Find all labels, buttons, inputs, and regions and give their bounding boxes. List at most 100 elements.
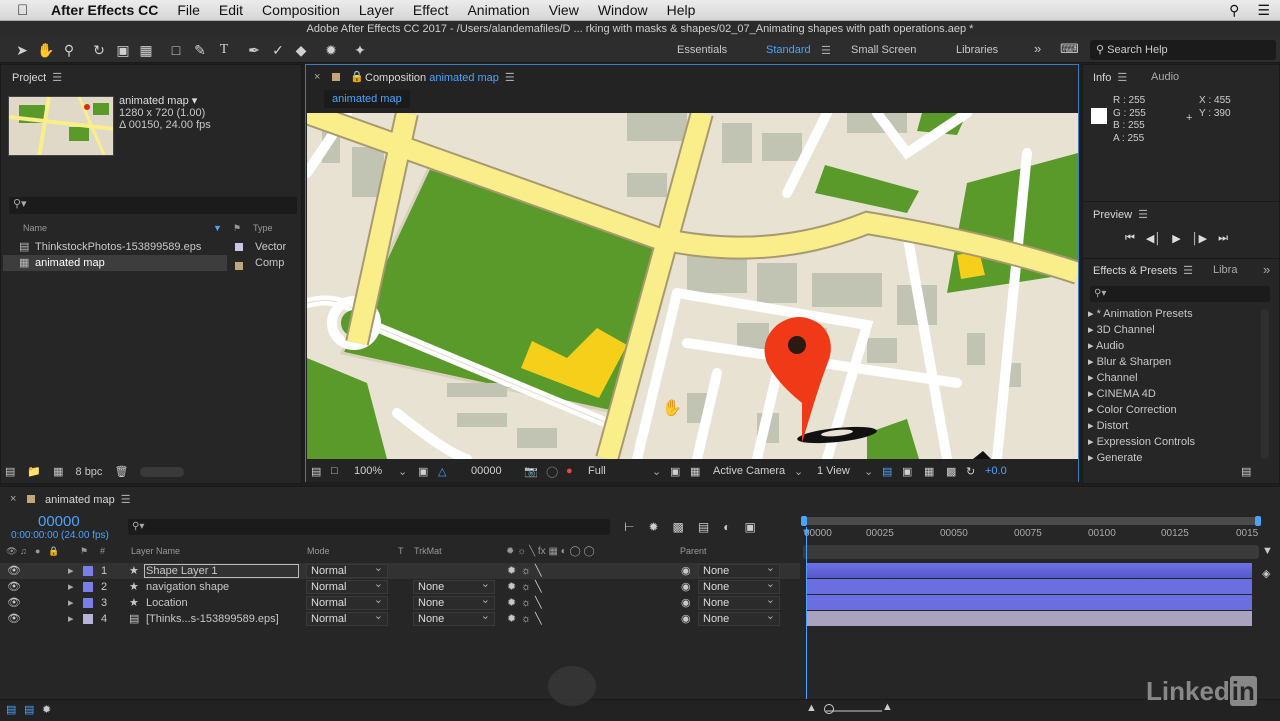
puppet-pin-tool-icon[interactable]: ✦ — [350, 40, 370, 60]
reset-exposure-icon[interactable]: ↻ — [966, 465, 975, 478]
mode-dropdown[interactable]: Normal — [306, 578, 388, 594]
first-frame-icon[interactable]: ⏮ — [1125, 232, 1135, 245]
composition-tab[interactable]: Composition animated map ☰ — [365, 71, 515, 84]
new-preset-icon[interactable]: ▤ — [1241, 465, 1251, 478]
quality-switch-icon[interactable]: ╲ — [535, 595, 542, 611]
eye-icon[interactable]: 👁 — [7, 611, 21, 627]
layer-name[interactable]: navigation shape — [146, 579, 229, 595]
label-swatch[interactable] — [83, 566, 93, 576]
effects-scrollbar[interactable] — [1261, 309, 1269, 459]
parent-dropdown[interactable]: None — [698, 594, 780, 610]
toggle-in-out-icon[interactable]: ✹ — [42, 703, 51, 716]
label-column-icon[interactable]: ⚑ — [233, 223, 241, 234]
current-timecode[interactable]: 00000 — [38, 513, 80, 530]
motion-blur-icon[interactable]: ◐ — [723, 520, 730, 534]
time-navigator[interactable] — [803, 545, 1259, 559]
expand-arrow-icon[interactable]: ▸ — [68, 595, 74, 611]
transparency-grid-icon[interactable]: ▦ — [690, 465, 700, 478]
workspace-libraries[interactable]: Libraries — [956, 44, 998, 56]
timeline-icon[interactable]: ▦ — [924, 465, 934, 478]
menu-animation[interactable]: Animation — [467, 2, 529, 18]
zoom-tool-icon[interactable]: ⚲ — [59, 40, 79, 60]
pickwhip-icon[interactable]: ◉ — [681, 579, 691, 595]
flowchart-icon[interactable]: ▩ — [946, 465, 956, 478]
collapse-switch-icon[interactable]: ☼ — [521, 563, 531, 579]
effects-category[interactable]: ▸ CINEMA 4D — [1088, 387, 1156, 400]
project-search-input[interactable]: ⚲▾ — [9, 197, 297, 214]
snapshot-icon[interactable]: 📷 — [524, 465, 538, 478]
toggle-switches-icon[interactable]: ▤ — [6, 703, 16, 716]
layer-duration-bar[interactable] — [807, 563, 1252, 578]
type-column-header[interactable]: Type — [253, 223, 273, 233]
lock-icon[interactable]: 🔒 — [48, 546, 59, 557]
layer-name[interactable]: Shape Layer 1 — [144, 564, 299, 578]
spotlight-search-icon[interactable]: ⚲ — [1229, 2, 1239, 19]
expand-arrow-icon[interactable]: ▸ — [68, 611, 74, 627]
new-folder-icon[interactable]: 📁 — [27, 465, 41, 478]
display-icon[interactable]: □ — [331, 465, 338, 477]
new-composition-icon[interactable]: ▦ — [53, 465, 63, 478]
comp-info-name[interactable]: animated map ▾ — [119, 95, 211, 107]
selection-tool-icon[interactable]: ➤ — [12, 40, 32, 60]
pan-behind-tool-icon[interactable]: ▦ — [136, 40, 156, 60]
collapse-switch-icon[interactable]: ☼ — [521, 579, 531, 595]
layer-duration-bar[interactable] — [807, 595, 1252, 610]
layer-row[interactable]: 👁 ▸ 4 ▤ [Thinks...s-153899589.eps] Norma… — [0, 610, 800, 627]
menu-view[interactable]: View — [549, 2, 579, 18]
comp-subtab[interactable]: animated map — [324, 90, 410, 108]
clone-stamp-tool-icon[interactable]: ✓ — [268, 40, 288, 60]
quality-switch-icon[interactable]: ╲ — [535, 563, 542, 579]
eraser-tool-icon[interactable]: ◆ — [291, 40, 311, 60]
libraries-tab[interactable]: Libra — [1213, 264, 1237, 276]
pickwhip-icon[interactable]: ◉ — [681, 611, 691, 627]
hand-tool-icon[interactable]: ✋ — [36, 40, 56, 60]
shy-switch-icon[interactable]: ✹ — [507, 611, 516, 627]
project-tab[interactable]: Project ☰ — [12, 71, 62, 84]
label-swatch[interactable] — [83, 582, 93, 592]
trkmat-dropdown[interactable]: None — [413, 610, 495, 626]
zoom-dropdown[interactable]: 100% — [354, 465, 382, 477]
label-swatch[interactable] — [83, 614, 93, 624]
layer-row[interactable]: 👁 ▸ 1 ★ Shape Layer 1 Normal ✹ ☼ ╲ ◉ Non… — [0, 562, 800, 579]
region-of-interest-icon[interactable]: ▣ — [670, 465, 680, 478]
menu-help[interactable]: Help — [667, 2, 696, 18]
more-workspaces-icon[interactable]: » — [1034, 41, 1041, 56]
rotation-tool-icon[interactable]: ↻ — [89, 40, 109, 60]
effects-category[interactable]: ▸ Expression Controls — [1088, 435, 1195, 448]
layer-name-header[interactable]: Layer Name — [131, 546, 180, 556]
work-area-start-handle[interactable] — [801, 516, 807, 526]
type-tool-icon[interactable]: T — [214, 40, 234, 60]
menu-edit[interactable]: Edit — [219, 2, 243, 18]
layer-duration-bar[interactable] — [807, 579, 1252, 594]
close-icon[interactable]: × — [314, 71, 320, 83]
panel-menu-icon[interactable]: ☰ — [52, 71, 62, 84]
effects-category[interactable]: ▸ Channel — [1088, 371, 1138, 384]
solo-switch-icon[interactable]: ● — [35, 546, 40, 556]
layer-row[interactable]: 👁 ▸ 3 ★ Location Normal None ✹ ☼ ╲ ◉ Non… — [0, 594, 800, 611]
menu-list-icon[interactable]: ☰ — [1257, 2, 1270, 19]
composition-viewer[interactable]: ✋ — [307, 113, 1078, 459]
shy-switch-icon[interactable]: ✹ — [507, 579, 516, 595]
pen-tool-icon[interactable]: ✎ — [190, 40, 210, 60]
trkmat-dropdown[interactable]: None — [413, 578, 495, 594]
menu-window[interactable]: Window — [598, 2, 648, 18]
quality-switch-icon[interactable]: ╲ — [535, 579, 542, 595]
panel-menu-icon[interactable]: ☰ — [1117, 71, 1127, 84]
playhead-head-icon[interactable]: ▼ — [801, 527, 812, 539]
toggle-modes-icon[interactable]: ▤ — [24, 703, 34, 716]
expand-arrow-icon[interactable]: ▸ — [68, 563, 74, 579]
project-item-selected[interactable]: ▦ animated map — [3, 255, 227, 271]
expand-arrow-icon[interactable]: ▸ — [68, 579, 74, 595]
roto-brush-tool-icon[interactable]: ✹ — [321, 40, 341, 60]
name-column-header[interactable]: Name — [23, 223, 47, 233]
sort-arrow-icon[interactable]: ▼ — [213, 223, 222, 233]
label-column-icon[interactable]: ⚑ — [80, 546, 88, 557]
parent-dropdown[interactable]: None — [698, 562, 780, 578]
effects-category[interactable]: ▸ Generate — [1088, 451, 1142, 464]
menu-file[interactable]: File — [177, 2, 200, 18]
effects-presets-tab[interactable]: Effects & Presets ☰ — [1093, 264, 1193, 277]
mode-dropdown[interactable]: Normal — [306, 594, 388, 610]
menu-effect[interactable]: Effect — [413, 2, 449, 18]
apple-icon[interactable]:  — [17, 2, 35, 19]
graph-editor-icon[interactable]: ▣ — [744, 520, 755, 534]
